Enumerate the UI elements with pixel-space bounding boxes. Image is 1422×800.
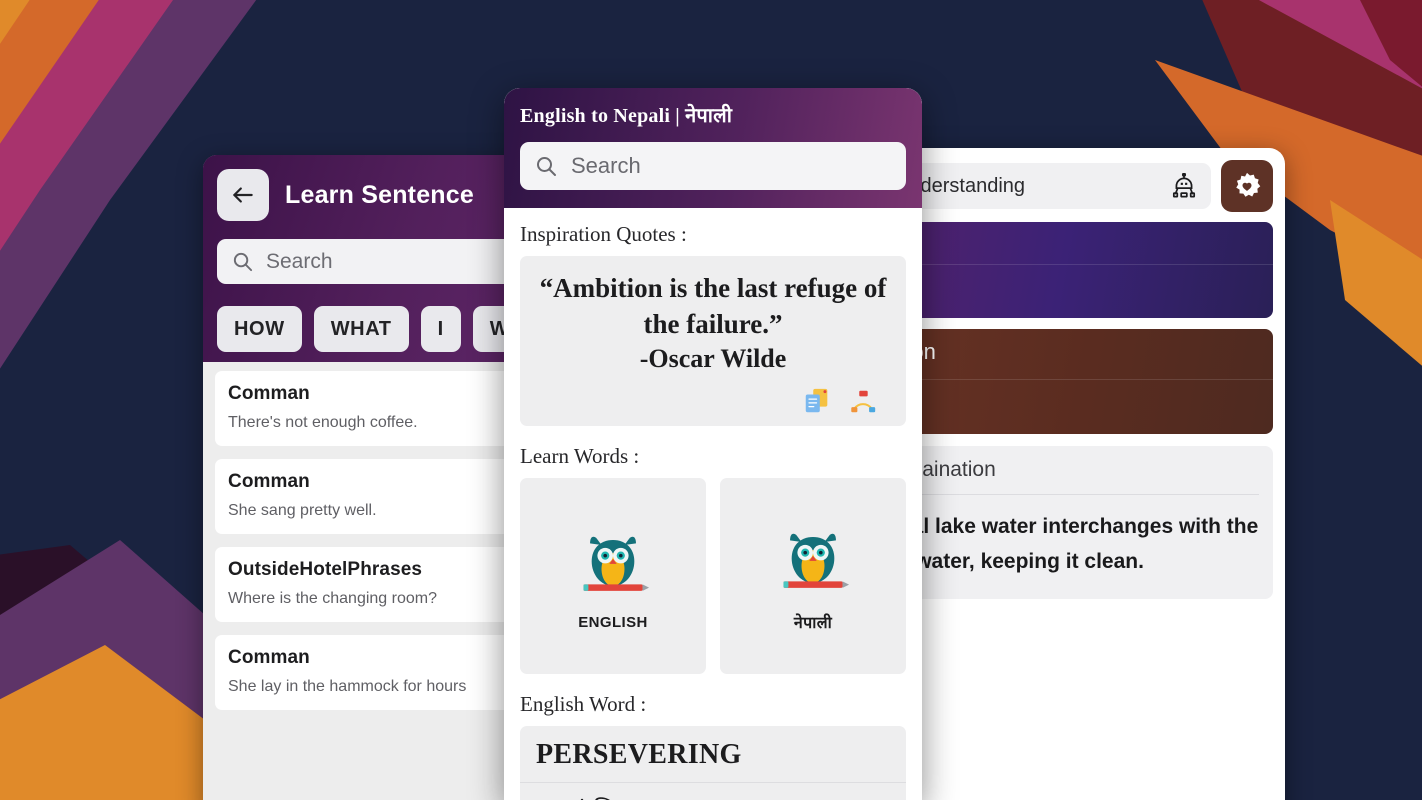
learn-word-card-english[interactable]: ENGLISH <box>520 478 706 674</box>
learn-word-caption: ENGLISH <box>578 613 648 631</box>
chip-how[interactable]: HOW <box>217 306 302 352</box>
robot-icon <box>1172 173 1196 198</box>
learn-word-caption: नेपाली <box>793 615 833 632</box>
learn-words-grid: ENGLISH नेपाली <box>520 478 906 674</box>
sentence-category: Comman <box>228 383 310 404</box>
quote-text: “Ambition is the last refuge of the fail… <box>539 273 887 339</box>
english-word-translation: संरक्षित <box>570 794 628 800</box>
search-icon <box>233 252 253 272</box>
inspiration-quotes-label: Inspiration Quotes : <box>520 222 687 246</box>
english-to-nepali-overlay: English to Nepali | नेपाली Search Inspir… <box>504 88 922 800</box>
overlay-body: Inspiration Quotes : “Ambition is the la… <box>504 208 922 800</box>
page-title: Learn Sentence <box>285 180 474 209</box>
chip-i[interactable]: I <box>420 306 461 352</box>
share-icon[interactable] <box>848 386 878 416</box>
arrow-left-icon <box>233 187 253 203</box>
search-icon <box>537 157 556 176</box>
overlay-search-placeholder: Search <box>571 153 641 178</box>
list-item[interactable]: OutsideHotelPhrases Where is the changin… <box>215 547 521 622</box>
sentence-category: OutsideHotelPhrases <box>228 559 423 580</box>
search-placeholder: Search <box>266 249 333 273</box>
header-title-row: Learn Sentence <box>217 169 519 221</box>
learn-sentence-header: Learn Sentence Search HOW WHAT I W <box>203 155 533 362</box>
favourite-button[interactable] <box>1221 160 1273 212</box>
english-word-translation-row: संरक्षित <box>520 783 906 800</box>
learn-sentence-panel: Learn Sentence Search HOW WHAT I W Comma… <box>203 155 533 800</box>
sentence-text: She lay in the hammock for hours <box>228 678 467 695</box>
english-word-card[interactable]: PERSEVERING संरक्षित <box>520 726 906 800</box>
quote-action-row <box>536 386 890 416</box>
list-item[interactable]: Comman She lay in the hammock for hours <box>215 635 521 710</box>
learn-words-label: Learn Words : <box>520 444 640 468</box>
chip-what[interactable]: WHAT <box>313 306 409 352</box>
sentence-category: Comman <box>228 471 310 492</box>
heart-badge-icon <box>1236 172 1261 197</box>
overlay-title: English to Nepali | नेपाली <box>520 105 733 127</box>
list-item[interactable]: Comman There's not enough coffee. <box>215 371 521 446</box>
overlay-header: English to Nepali | नेपाली Search <box>504 88 922 208</box>
quote-card: “Ambition is the last refuge of the fail… <box>520 256 906 426</box>
owl-icon <box>783 533 850 588</box>
english-word-value: PERSEVERING <box>536 739 742 770</box>
search-input[interactable]: Search <box>217 239 519 284</box>
sentence-category: Comman <box>228 647 310 668</box>
english-word-label: English Word : <box>520 692 647 716</box>
sentence-text: Where is the changing room? <box>228 590 437 607</box>
sentence-text: She sang pretty well. <box>228 502 377 519</box>
category-chip-row: HOW WHAT I W <box>217 306 527 352</box>
copy-icon[interactable] <box>802 386 832 416</box>
back-button[interactable] <box>217 169 269 221</box>
quote-author: -Oscar Wilde <box>639 344 787 373</box>
sentence-text: There's not enough coffee. <box>228 414 418 431</box>
sentence-list[interactable]: Comman There's not enough coffee. Comman… <box>203 362 533 800</box>
overlay-search-input[interactable]: Search <box>520 142 906 190</box>
learn-word-card-nepali[interactable]: नेपाली <box>720 478 906 674</box>
owl-icon <box>583 536 650 591</box>
list-item[interactable]: Comman She sang pretty well. <box>215 459 521 534</box>
